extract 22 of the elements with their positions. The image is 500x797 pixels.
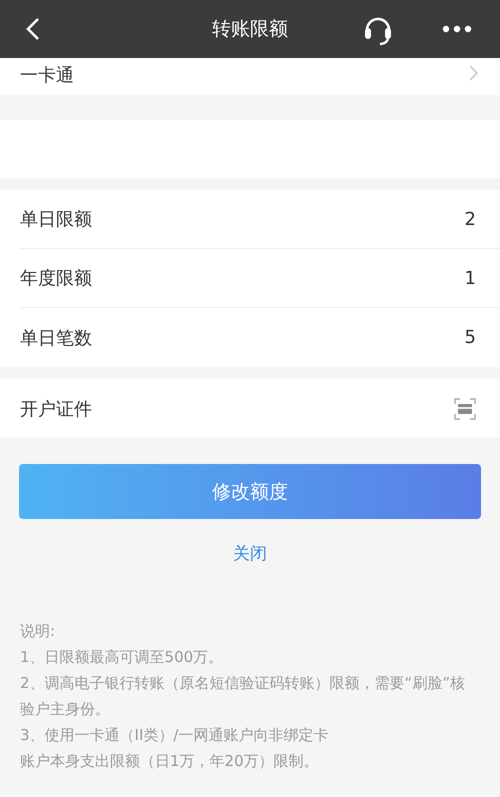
note-text: 2、调高电子银行转账（原名短信验证码转账）限额，需要“刷脸”核验户主身份。 — [20, 673, 466, 720]
note-text: 3、使用一卡通（II类）/一网通账户向非绑定卡 — [20, 725, 330, 746]
limit-value: 5 — [464, 327, 476, 348]
close-link[interactable]: 关闭 — [227, 541, 273, 566]
limit-label: 单日笔数 — [20, 326, 92, 350]
card-label: 一卡通 — [20, 67, 74, 85]
id-label: 开户证件 — [20, 398, 92, 420]
limit-label: 单日限额 — [20, 208, 92, 231]
limit-value: 1 — [464, 268, 476, 288]
note-text: 1、日限额最高可调至500万。 — [20, 647, 224, 668]
card-scan-icon — [454, 398, 476, 420]
limit-label: 年度限额 — [20, 267, 92, 290]
page-title: 转账限额 — [212, 17, 288, 42]
limit-value: 2 — [464, 208, 476, 230]
more-button[interactable] — [442, 25, 472, 33]
more-icon — [442, 25, 472, 33]
chevron-icon — [468, 65, 478, 81]
back-button[interactable] — [26, 17, 40, 41]
modify-limit-button[interactable]: 修改额度 — [19, 464, 481, 519]
notes-title: 说明: — [20, 621, 56, 642]
back-icon — [26, 17, 40, 41]
note-text: 账户本身支出限额（日1万，年20万）限制。 — [20, 751, 320, 772]
